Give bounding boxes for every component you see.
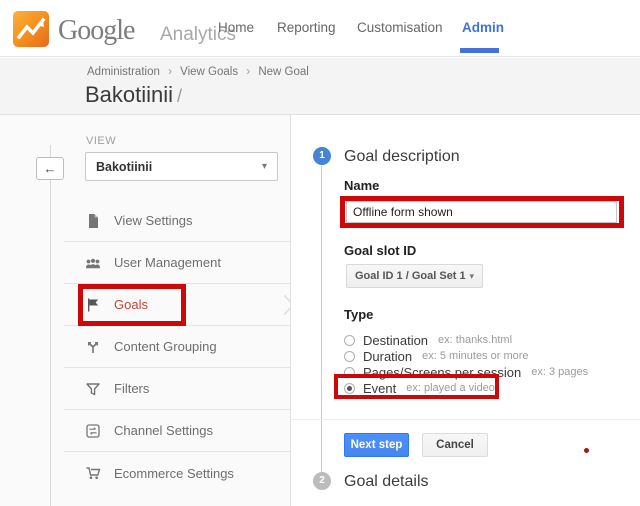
sidebar-item-label: Channel Settings xyxy=(114,423,213,438)
radio-example: ex: played a video xyxy=(406,382,495,394)
goal-type-options: Destination ex: thanks.html Duration ex:… xyxy=(344,332,588,396)
chevron-down-icon: ▾ xyxy=(469,271,474,282)
google-analytics-logo-icon[interactable] xyxy=(13,11,49,47)
radio-example: ex: 3 pages xyxy=(531,366,588,378)
goal-slot-value: Goal ID 1 / Goal Set 1 xyxy=(355,270,466,282)
radio-destination[interactable] xyxy=(344,335,355,346)
view-name: Bakotiinii xyxy=(85,82,173,107)
view-section-label: VIEW xyxy=(86,135,116,147)
nav-tab-admin[interactable]: Admin xyxy=(462,20,504,35)
sidebar-item-goals[interactable]: Goals xyxy=(64,284,291,326)
sidebar-item-user-management[interactable]: User Management xyxy=(64,242,291,284)
breadcrumb-view-goals[interactable]: View Goals xyxy=(180,66,238,78)
step-2-badge: 2 xyxy=(313,472,331,490)
goal-slot-dropdown[interactable]: Goal ID 1 / Goal Set 1 ▾ xyxy=(346,264,483,288)
sidebar-item-label: User Management xyxy=(114,255,221,270)
sidebar-item-filters[interactable]: Filters xyxy=(64,368,291,410)
type-label: Type xyxy=(344,307,373,322)
channel-settings-icon xyxy=(85,423,101,439)
sidebar-item-content-grouping[interactable]: Content Grouping xyxy=(64,326,291,368)
sidebar-item-channel-settings[interactable]: Channel Settings xyxy=(64,410,291,452)
collapse-back-button[interactable]: ← xyxy=(36,157,64,180)
radio-row-duration[interactable]: Duration ex: 5 minutes or more xyxy=(344,348,588,364)
radio-row-destination[interactable]: Destination ex: thanks.html xyxy=(344,332,588,348)
step-connector-line xyxy=(321,166,322,472)
radio-duration[interactable] xyxy=(344,351,355,362)
sidebar-guide-line xyxy=(50,145,51,506)
goal-name-input[interactable] xyxy=(346,201,617,223)
nav-tab-reporting[interactable]: Reporting xyxy=(277,20,336,35)
cart-icon xyxy=(85,465,101,481)
radio-example: ex: thanks.html xyxy=(438,334,512,346)
goal-slot-id-label: Goal slot ID xyxy=(344,243,416,258)
stray-red-dot xyxy=(584,448,589,453)
sidebar-menu: View Settings User Management Goals Cont… xyxy=(64,200,291,494)
breadcrumb-administration[interactable]: Administration xyxy=(87,66,160,78)
radio-label: Pages/Screens per session xyxy=(363,365,521,380)
next-step-button[interactable]: Next step xyxy=(344,433,409,457)
brand-google: Google xyxy=(58,15,134,47)
view-selector-dropdown[interactable]: Bakotiinii ▾ xyxy=(85,152,278,181)
breadcrumb-band: Administration › View Goals › New Goal B… xyxy=(0,58,640,115)
radio-label: Destination xyxy=(363,333,428,348)
app-header: Google Analytics Home Reporting Customis… xyxy=(0,0,640,57)
page-title: Bakotiinii/ xyxy=(85,82,182,108)
sidebar-item-label: View Settings xyxy=(114,213,193,228)
sidebar-item-label: Filters xyxy=(114,381,149,396)
active-tab-underline xyxy=(460,48,499,53)
nav-tab-home[interactable]: Home xyxy=(218,20,254,35)
radio-label: Event xyxy=(363,381,396,396)
name-label: Name xyxy=(344,178,379,193)
step-1-badge: 1 xyxy=(313,147,331,165)
sidebar-item-label: Goals xyxy=(114,297,148,312)
sidebar-item-view-settings[interactable]: View Settings xyxy=(64,200,291,242)
sidebar-item-label: Content Grouping xyxy=(114,339,217,354)
view-selector-value: Bakotiinii xyxy=(96,160,152,174)
flag-icon xyxy=(85,297,101,313)
sidebar-item-label: Ecommerce Settings xyxy=(114,466,234,481)
cancel-button[interactable]: Cancel xyxy=(422,433,488,457)
breadcrumb-separator: › xyxy=(246,66,250,78)
nav-tab-customisation[interactable]: Customisation xyxy=(357,20,443,35)
sidebar-item-ecommerce-settings[interactable]: Ecommerce Settings xyxy=(64,452,291,494)
form-separator xyxy=(291,419,640,420)
radio-row-pages-screens[interactable]: Pages/Screens per session ex: 3 pages xyxy=(344,364,588,380)
content-grouping-icon xyxy=(85,339,101,355)
zigzag-chart-icon xyxy=(13,11,49,47)
section-title-goal-details: Goal details xyxy=(344,473,429,491)
chevron-down-icon: ▾ xyxy=(262,161,267,172)
document-icon xyxy=(85,213,101,229)
radio-event[interactable] xyxy=(344,383,355,394)
section-title-goal-description: Goal description xyxy=(344,148,460,166)
radio-label: Duration xyxy=(363,349,412,364)
users-icon xyxy=(85,255,101,271)
breadcrumb-new-goal: New Goal xyxy=(258,66,309,78)
title-suffix: / xyxy=(177,86,182,106)
breadcrumb-separator: › xyxy=(168,66,172,78)
admin-sidebar: ← VIEW Bakotiinii ▾ View Settings User M… xyxy=(0,115,291,506)
breadcrumb: Administration › View Goals › New Goal xyxy=(87,66,309,78)
radio-pages-screens[interactable] xyxy=(344,367,355,378)
radio-example: ex: 5 minutes or more xyxy=(422,350,528,362)
filter-icon xyxy=(85,381,101,397)
radio-row-event[interactable]: Event ex: played a video xyxy=(344,380,588,396)
